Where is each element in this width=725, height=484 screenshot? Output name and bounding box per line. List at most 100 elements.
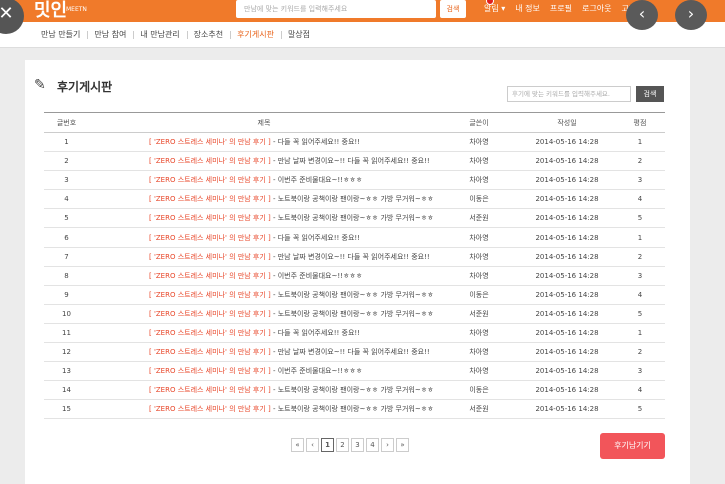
row-title[interactable]: [ 'ZERO 스트레스 세미나' 의 만남 후기 ] - 노트북이랑 공책이랑… — [89, 399, 439, 420]
table-row[interactable]: 9[ 'ZERO 스트레스 세미나' 의 만남 후기 ] - 노트북이랑 공책이… — [44, 285, 665, 305]
row-title[interactable]: [ 'ZERO 스트레스 세미나' 의 만남 후기 ] - 노트북이랑 공책이랑… — [89, 304, 439, 324]
row-title-tag[interactable]: [ 'ZERO 스트레스 세미나' 의 만남 후기 ] — [149, 253, 271, 261]
subnav-item-reviews[interactable]: 후기게시판 — [230, 22, 281, 48]
row-score: 4 — [615, 380, 665, 401]
row-title-text[interactable]: - 만남 날짜 변경이요~!! 다들 꼭 읽어주세요!! 중요!! — [271, 157, 430, 165]
row-author: 서준원 — [439, 304, 519, 324]
row-title-tag[interactable]: [ 'ZERO 스트레스 세미나' 의 만남 후기 ] — [149, 329, 271, 337]
table-header-row: 글번호 제목 글쓴이 작성일 평점 — [44, 112, 665, 133]
row-author: 차아영 — [439, 266, 519, 286]
row-title-text[interactable]: - 다들 꼭 읽어주세요!! 중요!! — [271, 234, 360, 242]
board-search-input[interactable]: 후기에 맞는 키워드를 입력해주세요. — [507, 86, 631, 102]
row-title-text[interactable]: - 이번주 준비물대요~!!ㅎㅎㅎ — [271, 176, 362, 184]
table-row[interactable]: 10[ 'ZERO 스트레스 세미나' 의 만남 후기 ] - 노트북이랑 공책… — [44, 304, 665, 324]
row-title-tag[interactable]: [ 'ZERO 스트레스 세미나' 의 만남 후기 ] — [149, 291, 271, 299]
row-author: 차아영 — [439, 132, 519, 153]
row-title[interactable]: [ 'ZERO 스트레스 세미나' 의 만남 후기 ] - 노트북이랑 공책이랑… — [89, 285, 439, 305]
top-search-button[interactable]: 검색 — [440, 0, 466, 18]
row-title[interactable]: [ 'ZERO 스트레스 세미나' 의 만남 후기 ] - 만남 날짜 변경이요… — [89, 151, 439, 172]
row-title-tag[interactable]: [ 'ZERO 스트레스 세미나' 의 만남 후기 ] — [149, 386, 271, 394]
row-title[interactable]: [ 'ZERO 스트레스 세미나' 의 만남 후기 ] - 만남 날짜 변경이요… — [89, 342, 439, 363]
row-date: 2014-05-16 14:28 — [519, 170, 615, 191]
row-title[interactable]: [ 'ZERO 스트레스 세미나' 의 만남 후기 ] - 다들 꼭 읽어주세요… — [89, 323, 439, 344]
table-row[interactable]: 1[ 'ZERO 스트레스 세미나' 의 만남 후기 ] - 다들 꼭 읽어주세… — [44, 132, 665, 153]
row-title[interactable]: [ 'ZERO 스트레스 세미나' 의 만남 후기 ] - 노트북이랑 공책이랑… — [89, 380, 439, 401]
table-row[interactable]: 8[ 'ZERO 스트레스 세미나' 의 만남 후기 ] - 이번주 준비물대요… — [44, 266, 665, 286]
nav-logout[interactable]: 로그아웃 — [582, 0, 611, 18]
write-review-button[interactable]: 후기남기기 — [600, 433, 665, 459]
row-title-tag[interactable]: [ 'ZERO 스트레스 세미나' 의 만남 후기 ] — [149, 272, 271, 280]
row-title-text[interactable]: - 노트북이랑 공책이랑 팬이랑~ㅎㅎ 가방 무거워~ㅎㅎ — [271, 291, 434, 299]
row-title[interactable]: [ 'ZERO 스트레스 세미나' 의 만남 후기 ] - 노트북이랑 공책이랑… — [89, 208, 439, 229]
row-title[interactable]: [ 'ZERO 스트레스 세미나' 의 만남 후기 ] - 노트북이랑 공책이랑… — [89, 189, 439, 210]
row-title-tag[interactable]: [ 'ZERO 스트레스 세미나' 의 만남 후기 ] — [149, 348, 271, 356]
row-title[interactable]: [ 'ZERO 스트레스 세미나' 의 만남 후기 ] - 이번주 준비물대요~… — [89, 361, 439, 382]
table-row[interactable]: 3[ 'ZERO 스트레스 세미나' 의 만남 후기 ] - 이번주 준비물대요… — [44, 170, 665, 191]
subnav-item-manage[interactable]: 내 만남관리 — [133, 22, 186, 48]
row-title-tag[interactable]: [ 'ZERO 스트레스 세미나' 의 만남 후기 ] — [149, 214, 271, 222]
row-title[interactable]: [ 'ZERO 스트레스 세미나' 의 만남 후기 ] - 이번주 준비물대요~… — [89, 170, 439, 191]
row-title-tag[interactable]: [ 'ZERO 스트레스 세미나' 의 만남 후기 ] — [149, 234, 271, 242]
row-title-tag[interactable]: [ 'ZERO 스트레스 세미나' 의 만남 후기 ] — [149, 176, 271, 184]
row-title[interactable]: [ 'ZERO 스트레스 세미나' 의 만남 후기 ] - 다들 꼭 읽어주세요… — [89, 227, 439, 248]
row-title-tag[interactable]: [ 'ZERO 스트레스 세미나' 의 만남 후기 ] — [149, 405, 271, 413]
table-row[interactable]: 12[ 'ZERO 스트레스 세미나' 의 만남 후기 ] - 만남 날짜 변경… — [44, 342, 665, 363]
row-title-tag[interactable]: [ 'ZERO 스트레스 세미나' 의 만남 후기 ] — [149, 367, 271, 375]
nav-profile[interactable]: 프로필 — [550, 0, 572, 18]
board-search-button[interactable]: 검색 — [636, 86, 664, 102]
table-row[interactable]: 15[ 'ZERO 스트레스 세미나' 의 만남 후기 ] - 노트북이랑 공책… — [44, 399, 665, 420]
review-table: 글번호 제목 글쓴이 작성일 평점 1[ 'ZERO 스트레스 세미나' 의 만… — [44, 112, 665, 420]
row-score: 3 — [615, 266, 665, 286]
nav-my-info[interactable]: 내 정보 — [515, 0, 540, 18]
table-row[interactable]: 13[ 'ZERO 스트레스 세미나' 의 만남 후기 ] - 이번주 준비물대… — [44, 361, 665, 382]
row-title-text[interactable]: - 노트북이랑 공책이랑 팬이랑~ㅎㅎ 가방 무거워~ㅎㅎ — [271, 386, 434, 394]
row-date: 2014-05-16 14:28 — [519, 380, 615, 401]
first-page-button[interactable]: « — [291, 438, 304, 452]
table-row[interactable]: 4[ 'ZERO 스트레스 세미나' 의 만남 후기 ] - 노트북이랑 공책이… — [44, 189, 665, 210]
row-title-text[interactable]: - 이번주 준비물대요~!!ㅎㅎㅎ — [271, 272, 362, 280]
subnav-item-places[interactable]: 장소추천 — [186, 22, 230, 48]
prev-page-button[interactable]: ‹ — [306, 438, 319, 452]
nav-alarm[interactable]: 알림 ▾ — [484, 0, 505, 18]
row-date: 2014-05-16 14:28 — [519, 361, 615, 382]
row-title[interactable]: [ 'ZERO 스트레스 세미나' 의 만남 후기 ] - 다들 꼭 읽어주세요… — [89, 132, 439, 153]
row-title-text[interactable]: - 다들 꼭 읽어주세요!! 중요!! — [271, 329, 360, 337]
table-row[interactable]: 7[ 'ZERO 스트레스 세미나' 의 만남 후기 ] - 만남 날짜 변경이… — [44, 247, 665, 267]
row-number: 5 — [44, 208, 89, 229]
last-page-button[interactable]: » — [396, 438, 409, 452]
row-title[interactable]: [ 'ZERO 스트레스 세미나' 의 만남 후기 ] - 만남 날짜 변경이요… — [89, 247, 439, 267]
row-title-text[interactable]: - 다들 꼭 읽어주세요!! 중요!! — [271, 138, 360, 146]
row-title-text[interactable]: - 노트북이랑 공책이랑 팬이랑~ㅎㅎ 가방 무거워~ㅎㅎ — [271, 214, 434, 222]
table-row[interactable]: 14[ 'ZERO 스트레스 세미나' 의 만남 후기 ] - 노트북이랑 공책… — [44, 380, 665, 401]
row-author: 차아영 — [439, 227, 519, 248]
row-author: 차아영 — [439, 361, 519, 382]
top-search-input[interactable]: 만남에 맞는 키워드를 입력해주세요 — [236, 0, 436, 18]
table-row[interactable]: 11[ 'ZERO 스트레스 세미나' 의 만남 후기 ] - 다들 꼭 읽어주… — [44, 323, 665, 344]
row-title-text[interactable]: - 만남 날짜 변경이요~!! 다들 꼭 읽어주세요!! 중요!! — [271, 348, 430, 356]
page-3-button[interactable]: 3 — [351, 438, 364, 452]
row-title-text[interactable]: - 노트북이랑 공책이랑 팬이랑~ㅎㅎ 가방 무거워~ㅎㅎ — [271, 195, 434, 203]
row-title-tag[interactable]: [ 'ZERO 스트레스 세미나' 의 만남 후기 ] — [149, 157, 271, 165]
page-1-button[interactable]: 1 — [321, 438, 334, 452]
row-title-tag[interactable]: [ 'ZERO 스트레스 세미나' 의 만남 후기 ] — [149, 310, 271, 318]
row-title[interactable]: [ 'ZERO 스트레스 세미나' 의 만남 후기 ] - 이번주 준비물대요~… — [89, 266, 439, 286]
table-row[interactable]: 2[ 'ZERO 스트레스 세미나' 의 만남 후기 ] - 만남 날짜 변경이… — [44, 151, 665, 172]
subnav-item-create[interactable]: 만남 만들기 — [34, 22, 87, 48]
page-2-button[interactable]: 2 — [336, 438, 349, 452]
row-title-text[interactable]: - 노트북이랑 공책이랑 팬이랑~ㅎㅎ 가방 무거워~ㅎㅎ — [271, 310, 434, 318]
row-title-tag[interactable]: [ 'ZERO 스트레스 세미나' 의 만남 후기 ] — [149, 195, 271, 203]
subnav-item-join[interactable]: 만남 참여 — [87, 22, 133, 48]
page-4-button[interactable]: 4 — [366, 438, 379, 452]
table-row[interactable]: 6[ 'ZERO 스트레스 세미나' 의 만남 후기 ] - 다들 꼭 읽어주세… — [44, 227, 665, 248]
table-row[interactable]: 5[ 'ZERO 스트레스 세미나' 의 만남 후기 ] - 노트북이랑 공책이… — [44, 208, 665, 229]
pagination: « ‹ 1 2 3 4 › » — [291, 438, 409, 452]
row-title-text[interactable]: - 이번주 준비물대요~!!ㅎㅎㅎ — [271, 367, 362, 375]
chevron-right-icon[interactable]: › — [675, 0, 707, 30]
subnav-item-shop[interactable]: 말상점 — [280, 22, 317, 48]
chevron-left-icon[interactable]: ‹ — [626, 0, 658, 30]
row-title-text[interactable]: - 만남 날짜 변경이요~!! 다들 꼭 읽어주세요!! 중요!! — [271, 253, 430, 261]
next-page-button[interactable]: › — [381, 438, 394, 452]
row-title-tag[interactable]: [ 'ZERO 스트레스 세미나' 의 만남 후기 ] — [149, 138, 271, 146]
row-title-text[interactable]: - 노트북이랑 공책이랑 팬이랑~ㅎㅎ 가방 무거워~ㅎㅎ — [271, 405, 434, 413]
logo[interactable]: 밋인 — [34, 0, 67, 22]
